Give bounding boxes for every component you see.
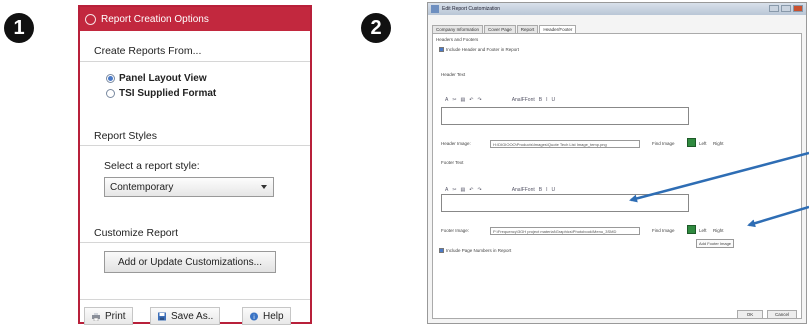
annotation-arrows: [629, 151, 809, 228]
arrow-to-footer-image: [747, 205, 809, 228]
arrow-to-footer-text: [629, 151, 809, 203]
